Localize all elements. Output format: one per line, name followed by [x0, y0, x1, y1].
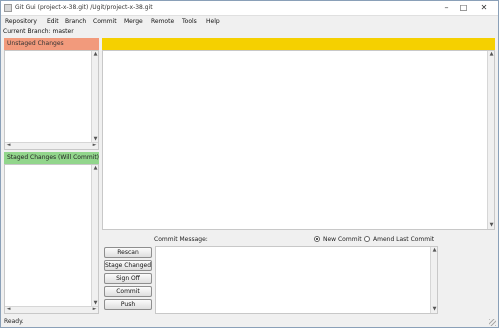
- scroll-down-icon[interactable]: ▼: [488, 222, 495, 229]
- commit-message-textarea[interactable]: ▲ ▼: [155, 246, 438, 314]
- unstaged-changes-header: Unstaged Changes: [4, 38, 99, 50]
- stage-changed-button[interactable]: Stage Changed: [104, 260, 152, 271]
- commit-message-scrollbar[interactable]: ▲ ▼: [430, 247, 437, 313]
- staged-changes-list[interactable]: ▲ ▼ ◄ ►: [4, 164, 99, 314]
- menu-help[interactable]: Help: [206, 18, 220, 25]
- maximize-icon[interactable]: □: [457, 3, 470, 13]
- commit-message-label: Commit Message:: [154, 236, 208, 243]
- scroll-up-icon[interactable]: ▲: [488, 51, 495, 58]
- minimize-icon[interactable]: –: [440, 3, 453, 13]
- menu-commit[interactable]: Commit: [93, 18, 117, 25]
- menu-edit[interactable]: Edit: [47, 18, 59, 25]
- diff-vertical-scrollbar[interactable]: ▲ ▼: [487, 51, 494, 229]
- scroll-right-icon[interactable]: ►: [91, 306, 98, 313]
- git-gui-app-icon: [4, 4, 12, 12]
- sign-off-button[interactable]: Sign Off: [104, 273, 152, 284]
- title-bar: Git Gui (project-x-38.git) /Ugit/project…: [1, 1, 498, 16]
- push-button[interactable]: Push: [104, 299, 152, 310]
- menu-remote[interactable]: Remote: [151, 18, 174, 25]
- status-bar: Ready.: [1, 317, 498, 327]
- window-title: Git Gui (project-x-38.git) /Ugit/project…: [15, 4, 153, 11]
- menu-repository[interactable]: Repository: [5, 18, 37, 25]
- scroll-up-icon[interactable]: ▲: [92, 165, 99, 172]
- rescan-button[interactable]: Rescan: [104, 247, 152, 258]
- menu-bar: Repository Edit Branch Commit Merge Remo…: [1, 16, 498, 27]
- menu-branch[interactable]: Branch: [65, 18, 86, 25]
- scroll-up-icon[interactable]: ▲: [431, 247, 438, 254]
- git-gui-window: Git Gui (project-x-38.git) /Ugit/project…: [0, 0, 499, 328]
- scroll-right-icon[interactable]: ►: [91, 142, 98, 149]
- commit-button[interactable]: Commit: [104, 286, 152, 297]
- scroll-left-icon[interactable]: ◄: [5, 142, 12, 149]
- commit-options-bar: Commit Message: New Commit Amend Last Co…: [102, 234, 495, 245]
- amend-last-commit-radio[interactable]: [364, 236, 370, 242]
- staged-vertical-scrollbar[interactable]: ▲ ▼: [91, 165, 98, 307]
- close-icon[interactable]: ✕: [475, 3, 493, 13]
- resize-grip-icon[interactable]: [489, 319, 496, 326]
- diff-viewer[interactable]: ▲ ▼: [102, 50, 495, 230]
- menu-merge[interactable]: Merge: [124, 18, 143, 25]
- new-commit-label[interactable]: New Commit: [323, 236, 362, 243]
- scroll-down-icon[interactable]: ▼: [431, 306, 438, 313]
- current-branch-label: Current Branch: master: [3, 28, 74, 35]
- scroll-left-icon[interactable]: ◄: [5, 306, 12, 313]
- menu-tools[interactable]: Tools: [182, 18, 197, 25]
- staged-horizontal-scrollbar[interactable]: ◄ ►: [5, 306, 98, 313]
- unstaged-horizontal-scrollbar[interactable]: ◄ ►: [5, 142, 98, 149]
- unstaged-changes-list[interactable]: ▲ ▼ ◄ ►: [4, 50, 99, 150]
- diff-header: [102, 38, 495, 50]
- unstaged-vertical-scrollbar[interactable]: ▲ ▼: [91, 51, 98, 143]
- staged-changes-header: Staged Changes (Will Commit): [4, 152, 99, 164]
- amend-last-commit-label[interactable]: Amend Last Commit: [373, 236, 434, 243]
- scroll-up-icon[interactable]: ▲: [92, 51, 99, 58]
- status-text: Ready.: [4, 318, 24, 325]
- new-commit-radio[interactable]: [314, 236, 320, 242]
